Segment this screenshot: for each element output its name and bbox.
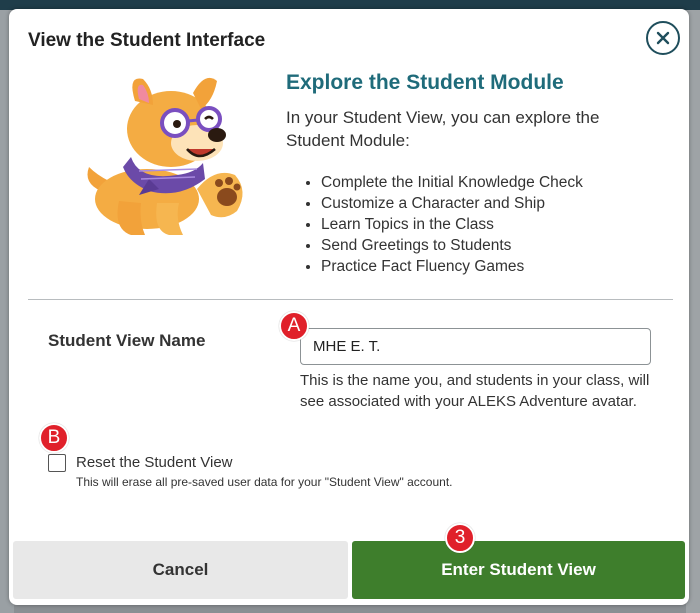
close-icon	[656, 31, 670, 45]
feature-list-item: Send Greetings to Students	[321, 235, 583, 256]
explore-heading: Explore the Student Module	[286, 71, 564, 94]
reset-student-view-checkbox[interactable]	[48, 454, 66, 472]
feature-list-item: Practice Fact Fluency Games	[321, 256, 583, 277]
student-view-name-help: This is the name you, and students in yo…	[300, 372, 650, 410]
feature-list-item: Customize a Character and Ship	[321, 193, 583, 214]
feature-list: Complete the Initial Knowledge Check Cus…	[304, 172, 583, 277]
callout-badge-a: A	[279, 311, 309, 341]
reset-student-view-help: This will erase all pre-saved user data …	[76, 475, 453, 489]
feature-list-item: Learn Topics in the Class	[321, 214, 583, 235]
student-view-name-label: Student View Name	[48, 331, 206, 350]
explore-intro-text: In your Student View, you can explore th…	[286, 108, 600, 150]
enter-student-view-button[interactable]: Enter Student View	[352, 541, 685, 599]
section-divider	[28, 299, 673, 300]
dialog-title: View the Student Interface	[28, 30, 266, 51]
dog-mascot-illustration	[87, 77, 243, 235]
student-view-name-input[interactable]	[300, 328, 651, 365]
cancel-button[interactable]: Cancel	[13, 541, 348, 599]
reset-student-view-label[interactable]: Reset the Student View	[76, 454, 233, 471]
feature-list-item: Complete the Initial Knowledge Check	[321, 172, 583, 193]
callout-badge-3: 3	[445, 523, 475, 553]
close-button[interactable]	[646, 21, 680, 55]
callout-badge-b: B	[39, 423, 69, 453]
student-interface-dialog: View the Student Interface Explore the S…	[9, 9, 689, 605]
